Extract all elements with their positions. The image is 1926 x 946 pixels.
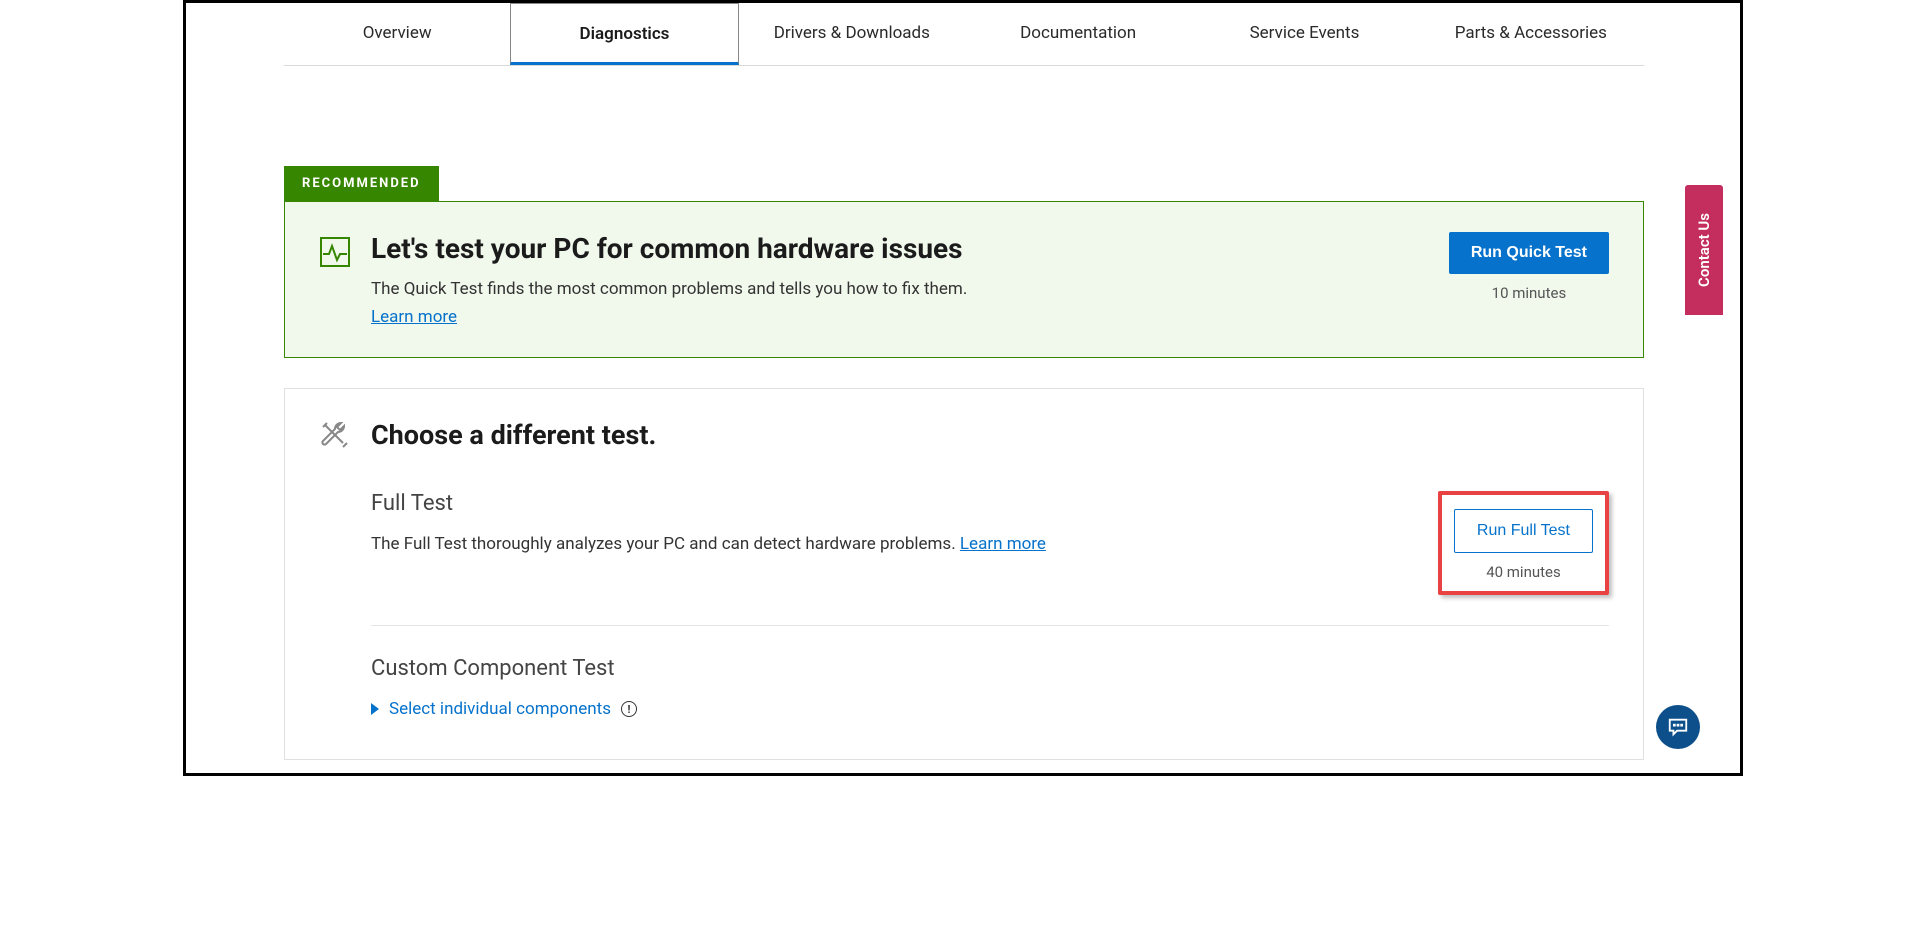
select-components-label: Select individual components bbox=[389, 699, 611, 719]
info-icon[interactable]: ! bbox=[621, 701, 637, 717]
contact-us-tab[interactable]: Contact Us bbox=[1685, 185, 1723, 315]
recommended-card: Let's test your PC for common hardware i… bbox=[284, 201, 1644, 358]
tools-icon bbox=[319, 419, 351, 451]
choose-different-test-card: Choose a different test. Full Test The F… bbox=[284, 388, 1644, 760]
tab-documentation[interactable]: Documentation bbox=[965, 3, 1191, 65]
select-components-link[interactable]: Select individual components ! bbox=[371, 699, 1609, 719]
tab-service-events[interactable]: Service Events bbox=[1191, 3, 1417, 65]
tab-drivers-downloads[interactable]: Drivers & Downloads bbox=[739, 3, 965, 65]
recommended-desc: The Quick Test finds the most common pro… bbox=[371, 279, 1429, 299]
tab-diagnostics[interactable]: Diagnostics bbox=[510, 3, 738, 65]
full-test-learn-more-link[interactable]: Learn more bbox=[960, 534, 1046, 554]
full-test-desc: The Full Test thoroughly analyzes your P… bbox=[371, 534, 1418, 554]
tab-overview[interactable]: Overview bbox=[284, 3, 510, 65]
custom-test-name: Custom Component Test bbox=[371, 656, 1609, 681]
recommended-learn-more-link[interactable]: Learn more bbox=[371, 307, 457, 327]
recommended-tag: RECOMMENDED bbox=[284, 166, 439, 201]
quick-test-duration: 10 minutes bbox=[1449, 284, 1609, 302]
chat-icon bbox=[1667, 716, 1689, 738]
tab-parts-accessories[interactable]: Parts & Accessories bbox=[1418, 3, 1644, 65]
full-test-name: Full Test bbox=[371, 491, 1418, 516]
run-full-test-button[interactable]: Run Full Test bbox=[1454, 509, 1593, 553]
choose-different-title: Choose a different test. bbox=[371, 419, 1609, 451]
recommended-title: Let's test your PC for common hardware i… bbox=[371, 232, 1429, 265]
heartbeat-icon bbox=[319, 236, 351, 268]
chat-button[interactable] bbox=[1656, 705, 1700, 749]
tab-nav: Overview Diagnostics Drivers & Downloads… bbox=[284, 3, 1644, 66]
full-test-duration: 40 minutes bbox=[1454, 563, 1593, 581]
run-quick-test-button[interactable]: Run Quick Test bbox=[1449, 232, 1609, 274]
run-full-test-highlight: Run Full Test 40 minutes bbox=[1438, 491, 1609, 595]
caret-right-icon bbox=[371, 703, 379, 715]
